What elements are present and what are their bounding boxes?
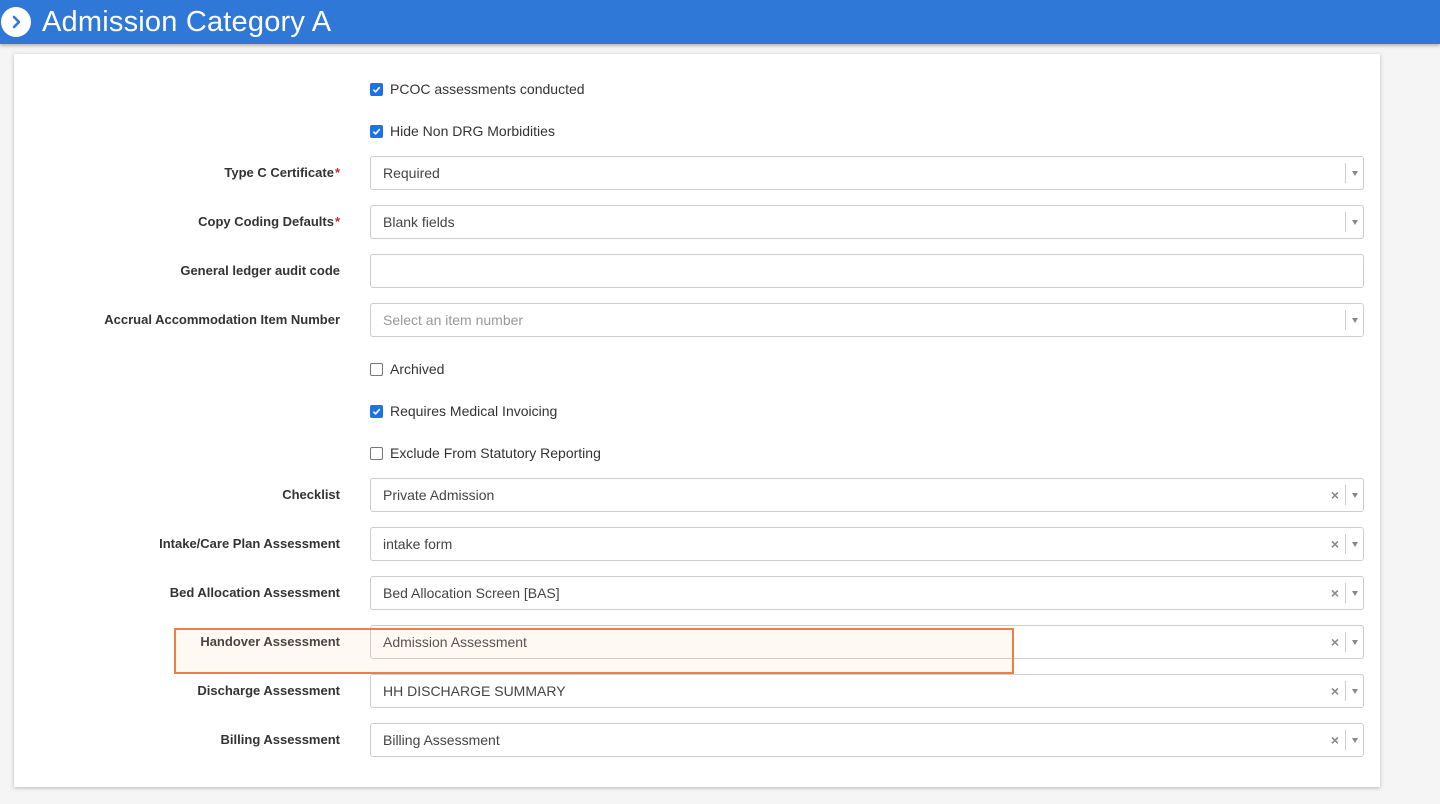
caret-down-icon[interactable]: [1352, 542, 1358, 547]
field-general-ledger-audit-code: General ledger audit code: [14, 254, 1380, 288]
checkbox-label: PCOC assessments conducted: [390, 81, 585, 97]
clear-icon[interactable]: ×: [1331, 577, 1339, 609]
field-label: Copy Coding Defaults*: [198, 214, 340, 229]
checkbox-checked-icon[interactable]: [370, 82, 383, 96]
caret-down-icon[interactable]: [1352, 591, 1358, 596]
select-value: Bed Allocation Screen [BAS]: [383, 585, 560, 601]
checkbox-label: Requires Medical Invoicing: [390, 403, 558, 419]
field-copy-coding-defaults: Copy Coding Defaults* Blank fields: [14, 205, 1380, 239]
clear-icon[interactable]: ×: [1331, 626, 1339, 658]
clear-icon[interactable]: ×: [1331, 528, 1339, 560]
field-type-c-certificate: Type C Certificate* Required: [14, 156, 1380, 190]
field-discharge-assessment: Discharge Assessment HH DISCHARGE SUMMAR…: [14, 674, 1380, 708]
checkbox-unchecked-icon[interactable]: [370, 362, 383, 376]
checkbox-hide-non-drg[interactable]: Hide Non DRG Morbidities: [370, 114, 555, 148]
checkbox-row-exclude-statutory: Exclude From Statutory Reporting: [14, 436, 1380, 470]
type-c-certificate-select[interactable]: Required: [370, 156, 1364, 190]
field-label: Bed Allocation Assessment: [169, 585, 340, 600]
field-billing-assessment: Billing Assessment Billing Assessment ×: [14, 723, 1380, 757]
select-placeholder: Select an item number: [383, 312, 524, 328]
checkbox-label: Exclude From Statutory Reporting: [390, 445, 601, 461]
field-bed-allocation-assessment: Bed Allocation Assessment Bed Allocation…: [14, 576, 1380, 610]
required-marker: *: [334, 214, 340, 229]
checkbox-label: Hide Non DRG Morbidities: [390, 123, 555, 139]
caret-down-icon[interactable]: [1352, 171, 1358, 176]
checkbox-row-archived: Archived: [14, 352, 1380, 386]
select-value: intake form: [383, 536, 453, 552]
page-title: Admission Category A: [42, 5, 332, 38]
clear-icon[interactable]: ×: [1331, 724, 1339, 756]
field-label: Checklist: [282, 487, 340, 502]
field-label: General ledger audit code: [180, 263, 340, 278]
caret-down-icon[interactable]: [1352, 689, 1358, 694]
checkbox-checked-icon[interactable]: [370, 124, 383, 138]
copy-coding-defaults-select[interactable]: Blank fields: [370, 205, 1364, 239]
billing-assessment-select[interactable]: Billing Assessment ×: [370, 723, 1364, 757]
chevron-right-icon: [12, 15, 21, 29]
bed-allocation-assessment-select[interactable]: Bed Allocation Screen [BAS] ×: [370, 576, 1364, 610]
select-value: Admission Assessment: [383, 634, 527, 650]
select-value: Private Admission: [383, 487, 495, 503]
field-handover-assessment: Handover Assessment Admission Assessment…: [14, 625, 1380, 659]
checkbox-checked-icon[interactable]: [370, 404, 383, 418]
field-accrual-accommodation-item-number: Accrual Accommodation Item Number Select…: [14, 303, 1380, 337]
checkbox-row-pcoc: PCOC assessments conducted: [14, 72, 1380, 106]
select-value: HH DISCHARGE SUMMARY: [383, 683, 566, 699]
checkbox-exclude-statutory-reporting[interactable]: Exclude From Statutory Reporting: [370, 436, 601, 470]
checkbox-row-hide-non-drg: Hide Non DRG Morbidities: [14, 114, 1380, 148]
accrual-item-number-select[interactable]: Select an item number: [370, 303, 1364, 337]
caret-down-icon[interactable]: [1352, 640, 1358, 645]
checkbox-unchecked-icon[interactable]: [370, 446, 383, 460]
caret-down-icon[interactable]: [1352, 318, 1358, 323]
select-value: Required: [383, 165, 440, 181]
field-label: Billing Assessment: [220, 732, 340, 747]
clear-icon[interactable]: ×: [1331, 675, 1339, 707]
select-value: Blank fields: [383, 214, 455, 230]
field-label: Intake/Care Plan Assessment: [159, 536, 340, 551]
select-value: Billing Assessment: [383, 732, 500, 748]
clear-icon[interactable]: ×: [1331, 479, 1339, 511]
field-label: Discharge Assessment: [197, 683, 340, 698]
field-label: Type C Certificate*: [224, 165, 340, 180]
form-card: PCOC assessments conducted Hide Non DRG …: [14, 54, 1380, 787]
checkbox-pcoc[interactable]: PCOC assessments conducted: [370, 72, 585, 106]
general-ledger-audit-code-input[interactable]: [370, 254, 1364, 288]
page-header: Admission Category A: [0, 0, 1440, 44]
field-checklist: Checklist Private Admission ×: [14, 478, 1380, 512]
checkbox-row-requires-medical-invoicing: Requires Medical Invoicing: [14, 394, 1380, 428]
caret-down-icon[interactable]: [1352, 493, 1358, 498]
caret-down-icon[interactable]: [1352, 738, 1358, 743]
required-marker: *: [334, 165, 340, 180]
checkbox-archived[interactable]: Archived: [370, 352, 444, 386]
discharge-assessment-select[interactable]: HH DISCHARGE SUMMARY ×: [370, 674, 1364, 708]
back-button[interactable]: [1, 7, 31, 37]
checklist-select[interactable]: Private Admission ×: [370, 478, 1364, 512]
caret-down-icon[interactable]: [1352, 220, 1358, 225]
intake-care-plan-assessment-select[interactable]: intake form ×: [370, 527, 1364, 561]
checkbox-label: Archived: [390, 361, 445, 377]
field-label: Accrual Accommodation Item Number: [104, 312, 340, 327]
checkbox-requires-medical-invoicing[interactable]: Requires Medical Invoicing: [370, 394, 557, 428]
field-intake-care-plan-assessment: Intake/Care Plan Assessment intake form …: [14, 527, 1380, 561]
handover-assessment-select[interactable]: Admission Assessment ×: [370, 625, 1364, 659]
field-label: Handover Assessment: [200, 634, 340, 649]
